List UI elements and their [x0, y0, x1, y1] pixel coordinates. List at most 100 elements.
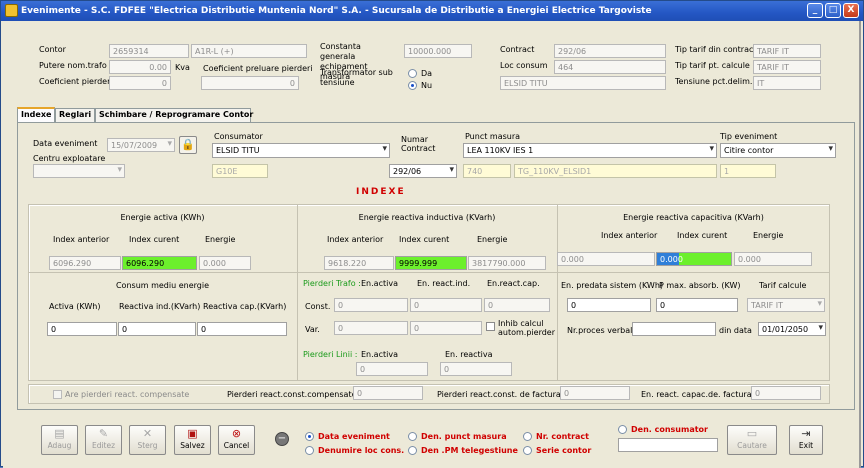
putere-field[interactable]: 0.00: [109, 60, 171, 74]
const-react-ind-field[interactable]: 0: [410, 298, 482, 312]
inductiva-index-anterior[interactable]: 9618.220: [324, 256, 394, 270]
activa-h2: Index curent: [129, 235, 180, 244]
en-react-field[interactable]: 0: [751, 386, 821, 400]
contract-field[interactable]: 292/06: [554, 44, 666, 58]
coef-preluare-field[interactable]: 0: [201, 76, 299, 90]
consumator-select[interactable]: ELSID TITU: [212, 143, 390, 158]
grid-divider-2: [557, 204, 558, 381]
inductiva-index-curent[interactable]: 9999.999: [395, 256, 467, 270]
pierderi-fact-field[interactable]: 0: [560, 386, 630, 400]
sterg-button[interactable]: ✕ Sterg: [129, 425, 166, 455]
sort-serie-contor-radio[interactable]: [523, 446, 532, 455]
var-activa-field[interactable]: 0: [334, 321, 408, 335]
punct-masura-label: Punct masura: [465, 132, 521, 141]
tip-tarif-pt-field[interactable]: TARIF IT: [753, 60, 821, 74]
sort-den-pm-label: Den .PM telegestiune: [421, 446, 518, 455]
const-activa-field[interactable]: 0: [334, 298, 408, 312]
tensiune-field[interactable]: IT: [753, 76, 821, 90]
pierderi-const-field[interactable]: 0: [353, 386, 423, 400]
nr-proces-field[interactable]: [632, 322, 716, 336]
din-data-label: din data: [719, 326, 752, 335]
sort-data-eveniment-radio[interactable]: [305, 432, 314, 441]
coef-pierderi-field[interactable]: 0: [109, 76, 171, 90]
editez-button[interactable]: ✎ Editez: [85, 425, 122, 455]
consum-activa-field[interactable]: 0: [47, 322, 117, 336]
pmax-field[interactable]: 0: [656, 298, 738, 312]
radio-da-label: Da: [421, 69, 433, 78]
tab-schimbare-contor[interactable]: Schimbare / Reprogramare Contor: [95, 108, 253, 122]
consumator-code-field[interactable]: G10E: [212, 164, 268, 178]
loc-consum-field[interactable]: 464: [554, 60, 666, 74]
en-react-label: En. react. capac.de. facturat: [641, 390, 755, 399]
loc-name-field[interactable]: ELSID TITU: [500, 76, 666, 90]
cancel-button[interactable]: ⊗ Cancel: [218, 425, 255, 455]
pierderi-trafo-label: Pierderi Trafo :: [303, 279, 361, 288]
tip-tarif-field[interactable]: TARIF IT: [753, 44, 821, 58]
sort-data-eveniment-label: Data eveniment: [318, 432, 390, 441]
radio-nu[interactable]: [408, 81, 417, 90]
contor-field[interactable]: 2659314: [109, 44, 189, 58]
save-icon: ▣: [187, 427, 198, 440]
app-icon: [5, 4, 18, 17]
capacitiva-energie[interactable]: 0.000: [734, 252, 812, 266]
var-react-ind-field[interactable]: 0: [410, 321, 482, 335]
centru-select[interactable]: [33, 164, 125, 178]
close-button[interactable]: X: [843, 3, 859, 18]
consum-reactiva-cap-field[interactable]: 0: [197, 322, 287, 336]
are-pierderi-checkbox[interactable]: [53, 390, 62, 399]
consumator-label: Consumator: [214, 132, 263, 141]
const-react-cap-field[interactable]: 0: [484, 298, 550, 312]
linii-activa-field[interactable]: 0: [356, 362, 428, 376]
sort-den-consumator-radio[interactable]: [618, 425, 627, 434]
consum-reactiva-ind-field[interactable]: 0: [118, 322, 196, 336]
minus-icon[interactable]: −: [275, 432, 289, 446]
consum-h2: Reactiva ind.(KVarh): [119, 302, 201, 311]
tip-eveniment-select[interactable]: Citire contor: [720, 143, 836, 158]
data-eveniment-picker[interactable]: 15/07/2009: [107, 138, 175, 152]
edit-icon: ✎: [98, 427, 109, 440]
tarif-calc-select[interactable]: TARIF IT: [747, 298, 825, 312]
inductiva-h2: Index curent: [399, 235, 450, 244]
title-bar: Evenimente - S.C. FDFEE "Electrica Distr…: [1, 1, 863, 21]
contor-type-field[interactable]: A1R-L (+): [191, 44, 307, 58]
activa-title: Energie activa (KWh): [120, 213, 205, 222]
cautare-button[interactable]: ▭ Cautare: [727, 425, 777, 455]
sort-nr-contract-radio[interactable]: [523, 432, 532, 441]
salvez-button[interactable]: ▣ Salvez: [174, 425, 211, 455]
sort-den-punct-radio[interactable]: [408, 432, 417, 441]
maximize-button[interactable]: □: [825, 3, 841, 18]
capacitiva-index-anterior[interactable]: 0.000: [557, 252, 655, 266]
activa-index-curent[interactable]: 6096.290: [122, 256, 197, 270]
sort-den-pm-radio[interactable]: [408, 446, 417, 455]
putere-label: Putere nom.trafo: [39, 61, 107, 70]
lock-icon[interactable]: 🔒: [179, 136, 197, 154]
linii-reactiva-field[interactable]: 0: [440, 362, 512, 376]
nr-contract-select[interactable]: 292/06: [389, 164, 457, 178]
contor-label: Contor: [39, 45, 66, 54]
adaug-button[interactable]: ▤ Adaug: [41, 425, 78, 455]
din-data-picker[interactable]: 01/01/2050: [758, 322, 826, 336]
punct-name-field[interactable]: TG_110KV_ELSID1: [514, 164, 717, 178]
inductiva-energie[interactable]: 3817790.000: [468, 256, 546, 270]
search-field[interactable]: [618, 438, 718, 452]
var-label: Var.: [305, 325, 320, 334]
inhib-checkbox[interactable]: [486, 322, 495, 331]
activa-energie[interactable]: 0.000: [199, 256, 251, 270]
search-icon: ▭: [746, 427, 758, 440]
capacitiva-index-curent[interactable]: 0.000: [656, 252, 732, 266]
minimize-button[interactable]: _: [807, 3, 823, 18]
sort-denumire-loc-radio[interactable]: [305, 446, 314, 455]
constanta-field[interactable]: 10000.000: [404, 44, 472, 58]
sort-nr-contract-label: Nr. contract: [536, 432, 589, 441]
activa-index-anterior[interactable]: 6096.290: [49, 256, 121, 270]
en-predata-field[interactable]: 0: [567, 298, 651, 312]
tarif-calc-label: Tarif calcule: [759, 281, 807, 290]
punct-masura-select[interactable]: LEA 110KV IES 1: [463, 143, 717, 158]
punct-code-field[interactable]: 740: [463, 164, 511, 178]
tip-code-field[interactable]: 1: [720, 164, 776, 178]
tab-indexe[interactable]: Indexe: [17, 107, 55, 122]
exit-button[interactable]: ⇥ Exit: [789, 425, 823, 455]
loc-consum-label: Loc consum: [500, 61, 548, 70]
radio-da[interactable]: [408, 69, 417, 78]
tab-reglari[interactable]: Reglari: [55, 108, 95, 122]
